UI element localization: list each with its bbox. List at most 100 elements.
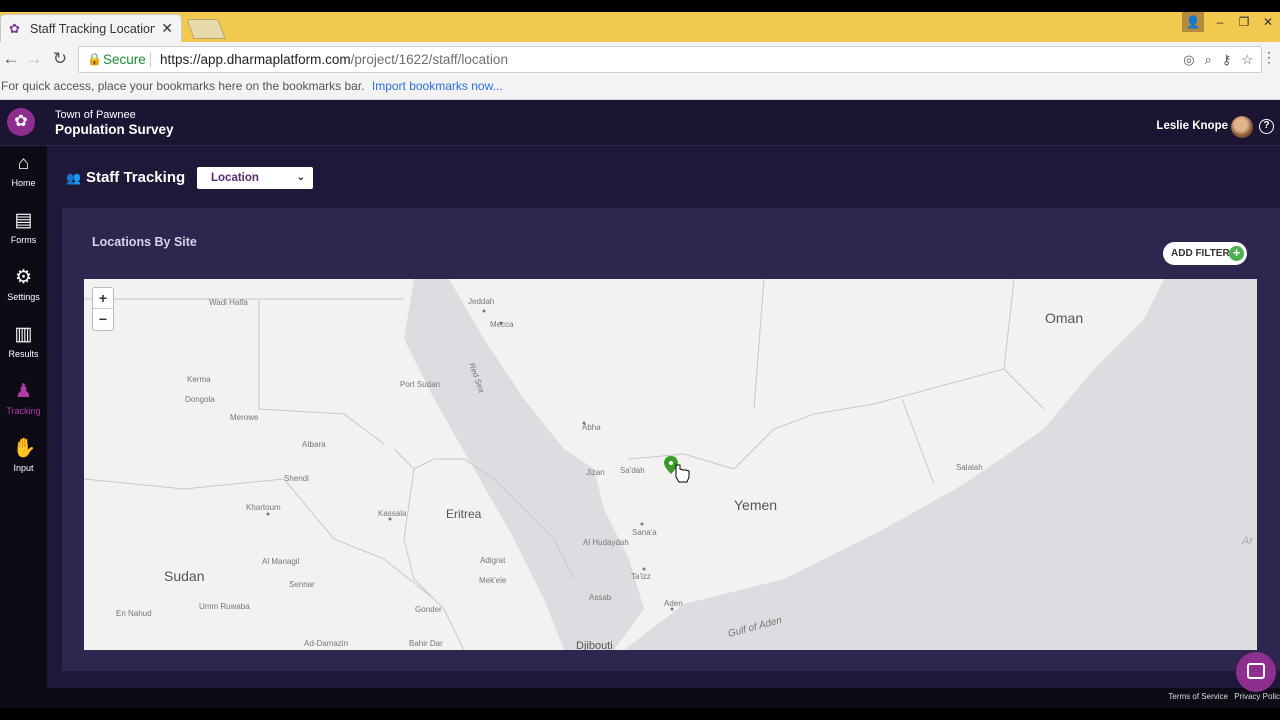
zoom-out-button[interactable]: − (93, 309, 113, 330)
dharma-logo-icon[interactable]: ✿ (7, 108, 35, 136)
sidebar-item-settings[interactable]: ⚙ Settings (0, 260, 47, 312)
user-name[interactable]: Leslie Knope (1156, 120, 1228, 132)
view-select[interactable]: Location ⌄ (197, 167, 313, 189)
map-label: Gonder (415, 605, 442, 614)
close-window-icon[interactable]: ✕ (1256, 12, 1280, 32)
browser-menu-icon[interactable]: ⋮ (1262, 49, 1276, 66)
border-line (901, 398, 935, 485)
card-title: Locations By Site (92, 235, 197, 249)
bookmarks-bar: For quick access, place your bookmarks h… (0, 76, 1280, 100)
plus-icon: + (1229, 246, 1244, 261)
home-icon: ⌂ (17, 153, 30, 174)
city-dot (266, 512, 270, 516)
privacy-link[interactable]: Privacy Polic (1234, 692, 1280, 701)
zoom-magnifier-icon[interactable]: ⌕ (1205, 47, 1212, 72)
footer-links: Terms of Service Privacy Polic (1168, 692, 1280, 701)
gear-icon: ⚙ (14, 267, 33, 288)
map-label: Jizan (586, 468, 605, 477)
url-text: https://app.dharmaplatform.com/project/1… (160, 47, 508, 72)
url-host: https://app.dharmaplatform.com (160, 52, 351, 67)
sidebar-item-tracking[interactable]: ♟ Tracking (0, 374, 47, 426)
terms-link[interactable]: Terms of Service (1168, 692, 1228, 701)
app-footer: Terms of Service Privacy Polic (0, 688, 1280, 708)
key-icon[interactable]: ⚷ (1222, 47, 1232, 72)
map-label: Bahir Dar (409, 639, 443, 648)
app-header: ✿ Town of Pawnee Population Survey Lesli… (0, 100, 1280, 146)
new-tab-button[interactable] (186, 19, 226, 39)
location-person-icon: ♟ (14, 381, 33, 402)
project-name: Population Survey (55, 122, 174, 137)
minimize-icon[interactable]: – (1208, 12, 1232, 32)
sidebar-item-label: Forms (10, 235, 37, 245)
address-bar[interactable]: 🔒 Secure https://app.dharmaplatform.com/… (78, 46, 1262, 73)
tab-close-icon[interactable]: ✕ (161, 20, 173, 37)
map-label: Ta'izz (631, 572, 651, 581)
map-label: Sana'a (632, 528, 657, 537)
browser-toolbar: ← → ↻ 🔒 Secure https://app.dharmaplatfor… (0, 42, 1280, 76)
map-label: Umm Ruwaba (199, 602, 250, 611)
country-label: Eritrea (446, 507, 482, 521)
sidebar-item-home[interactable]: ⌂ Home (0, 146, 47, 198)
forward-arrow-icon[interactable]: → (23, 48, 45, 70)
sidebar-item-forms[interactable]: ▤ Forms (0, 203, 47, 255)
city-dot (640, 522, 644, 526)
help-icon[interactable]: ? (1259, 119, 1274, 134)
zoom-in-button[interactable]: + (93, 288, 113, 309)
screen-top-edge (0, 0, 1280, 12)
locations-card: Locations By Site ADD FILTER + Wadi Half… (62, 208, 1280, 671)
map-label: Atbara (302, 440, 326, 449)
back-arrow-icon[interactable]: ← (0, 48, 22, 70)
map-canvas[interactable]: Wadi Halfa Jeddah Mecca Port Sudan Kerma… (84, 279, 1257, 650)
chat-launcher-button[interactable] (1236, 652, 1276, 692)
page-title-text: Staff Tracking (85, 169, 186, 186)
map-label: Mek'ele (479, 576, 507, 585)
sidebar-item-input[interactable]: ✋ Input (0, 431, 47, 483)
people-icon: 👥 (66, 170, 81, 185)
map-label: Al Managil (262, 557, 300, 566)
zoom-control: + − (92, 287, 114, 331)
browser-tab[interactable]: ✿ Staff Tracking Locations - ✕ (0, 14, 182, 42)
map[interactable]: Wadi Halfa Jeddah Mecca Port Sudan Kerma… (84, 279, 1257, 650)
map-label: Kassala (378, 509, 407, 518)
reload-icon[interactable]: ↻ (49, 48, 71, 70)
address-separator (150, 52, 151, 67)
border-line (403, 468, 465, 650)
page-title: 👥 Staff Tracking (66, 169, 185, 186)
map-label: Adigrat (480, 556, 506, 565)
country-label: Yemen (734, 497, 777, 513)
map-label: Sennar (289, 580, 315, 589)
sidebar-item-label: Input (13, 463, 34, 473)
sidebar-item-results[interactable]: ▥ Results (0, 317, 47, 369)
avatar[interactable] (1231, 116, 1253, 138)
org-name: Town of Pawnee (55, 109, 136, 121)
map-label: Aden (664, 599, 683, 608)
border-line (1003, 368, 1045, 410)
map-label: En Nahud (116, 609, 152, 618)
view-select-value: Location (211, 172, 259, 184)
chat-icon (1247, 663, 1265, 679)
location-target-icon[interactable]: ◎ (1183, 47, 1194, 72)
country-label: Oman (1045, 310, 1083, 326)
border-line (753, 279, 765, 410)
restore-icon[interactable]: ❐ (1232, 12, 1256, 32)
map-label: Kerma (187, 375, 211, 384)
map-label: Ad-Damazin (304, 639, 348, 648)
city-dot (642, 567, 646, 571)
map-label: Port Sudan (400, 380, 440, 389)
url-path: /project/1622/staff/location (350, 52, 508, 67)
secure-label: Secure (103, 52, 146, 67)
map-label: Merowe (230, 413, 259, 422)
add-filter-button[interactable]: ADD FILTER + (1163, 242, 1247, 265)
browser-profile-icon[interactable]: 👤 (1182, 12, 1204, 32)
app-root: ✿ Town of Pawnee Population Survey Lesli… (0, 100, 1280, 688)
import-bookmarks-link[interactable]: Import bookmarks now... (372, 79, 503, 93)
map-label: Salalah (956, 463, 983, 472)
country-label: Ar (1241, 535, 1254, 547)
map-label: Wadi Halfa (209, 298, 248, 307)
cursor-shape (675, 464, 690, 483)
bar-chart-icon: ▥ (14, 324, 33, 345)
add-filter-label: ADD FILTER (1171, 248, 1230, 259)
bookmarks-hint: For quick access, place your bookmarks h… (1, 79, 365, 93)
map-label: Assab (589, 593, 612, 602)
bookmark-star-icon[interactable]: ☆ (1241, 47, 1253, 72)
